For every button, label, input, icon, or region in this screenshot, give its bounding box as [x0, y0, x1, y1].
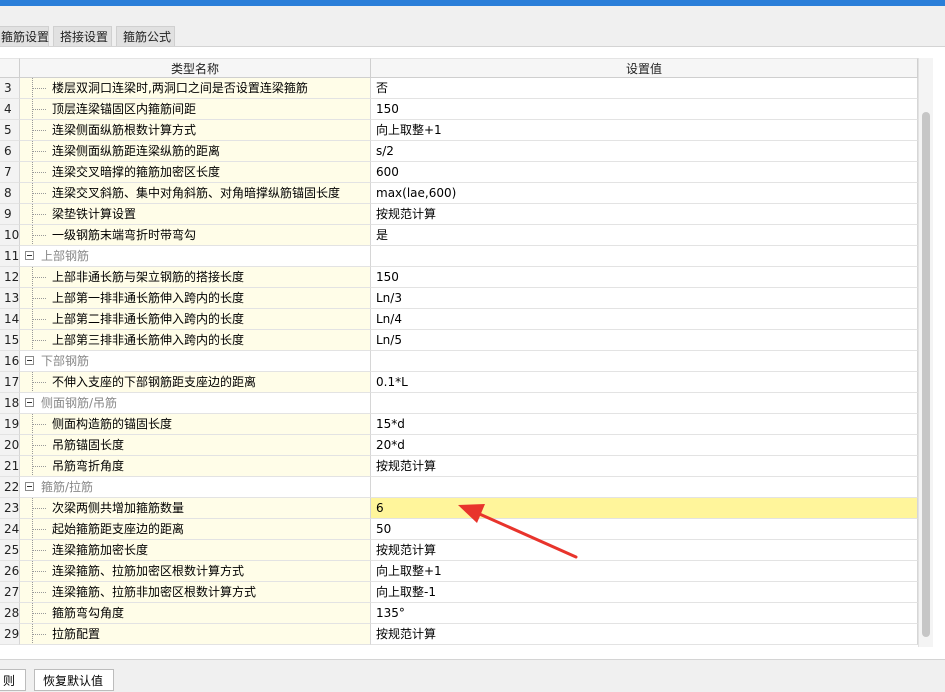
annotation-arrow-icon [458, 504, 578, 559]
